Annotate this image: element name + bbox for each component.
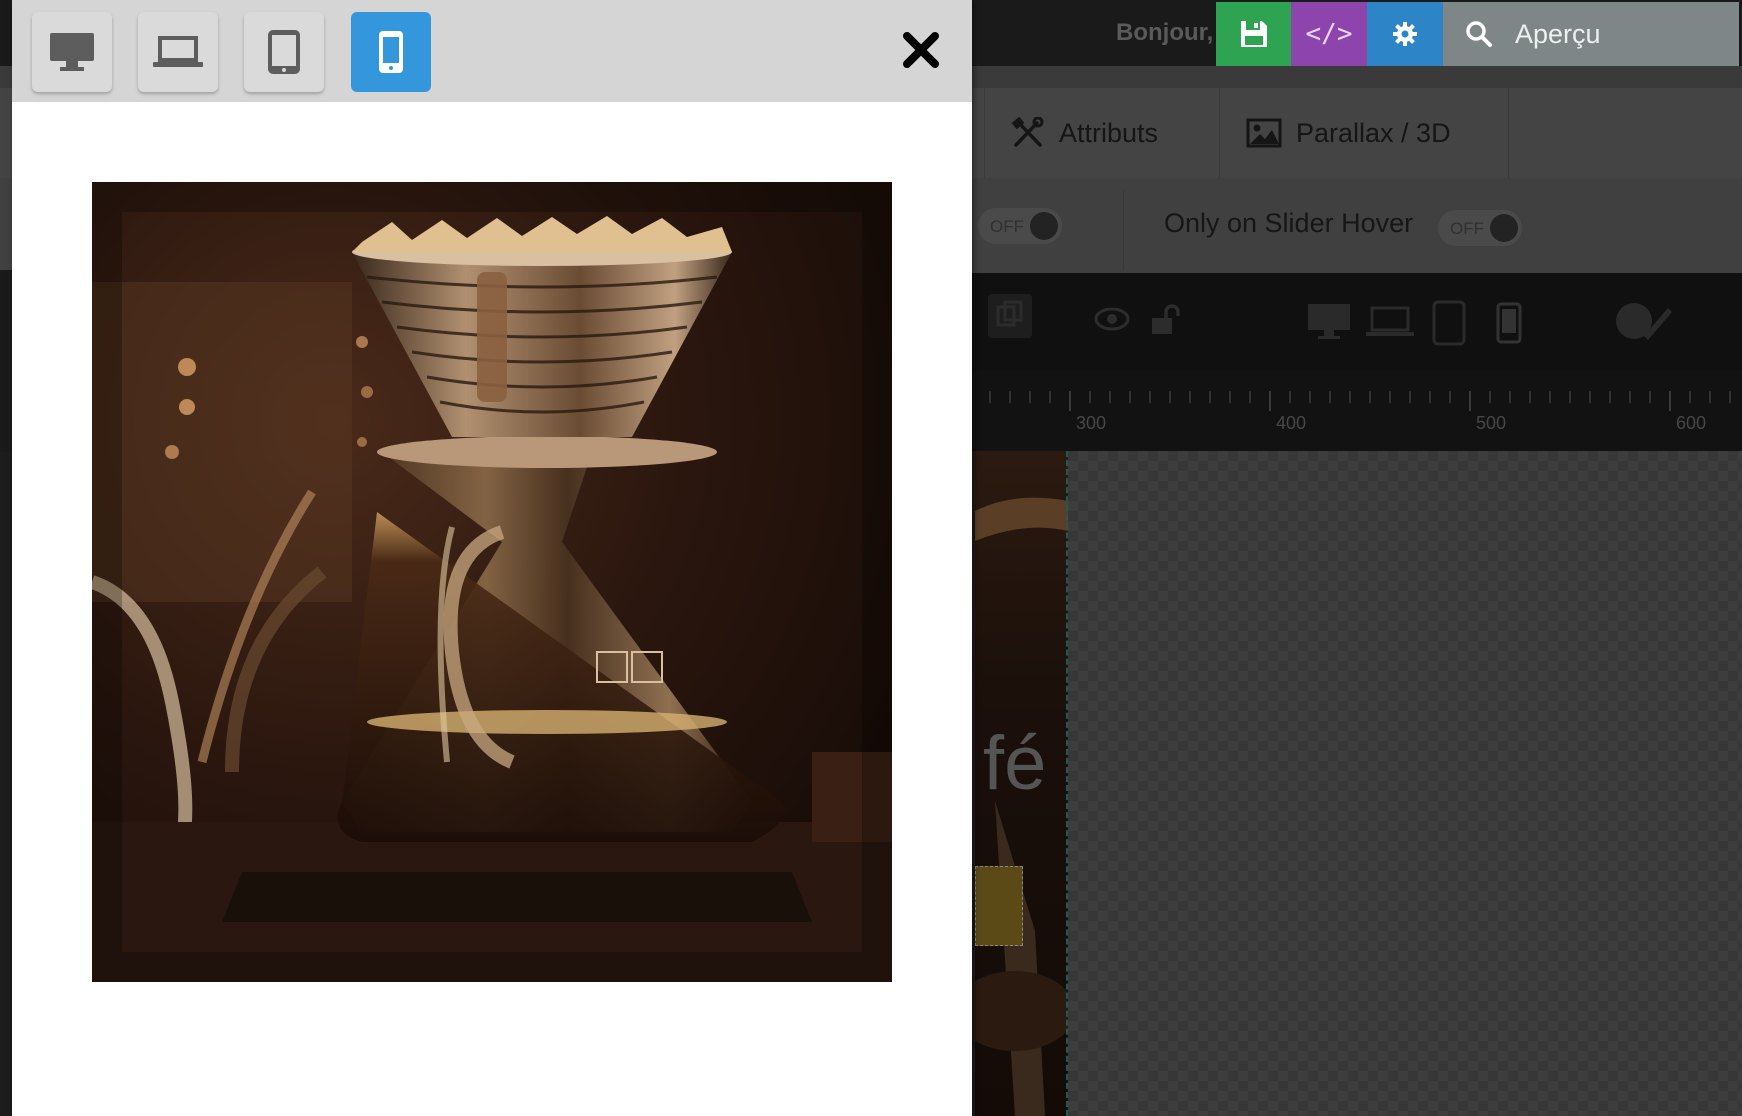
floppy-disk-icon [1240,21,1267,47]
tools-icon [1011,117,1044,147]
laptop-view-button[interactable] [138,12,218,92]
preview-button[interactable]: Aperçu [1443,2,1739,66]
tab-attributs-label: Attributs [1059,117,1159,148]
tab-parallax-label: Parallax / 3D [1296,117,1451,148]
save-button[interactable] [1216,2,1291,66]
preview-modal [12,0,972,1116]
desktop-icon [50,33,94,71]
search-icon [1466,21,1492,47]
desktop-view-button[interactable] [32,12,112,92]
mobile-visibility-icon[interactable] [1496,302,1522,344]
unlock-icon[interactable] [1150,304,1182,336]
ruler-label: 500 [1476,413,1507,433]
duplicate-icon[interactable] [988,294,1032,338]
tab-divider [1508,88,1509,178]
greeting-text: Bonjour, [1116,19,1214,46]
slide-preview-image [92,182,892,982]
code-button[interactable]: </> [1291,2,1367,66]
desktop-visibility-icon[interactable] [1306,302,1352,340]
gear-icon [1393,22,1417,46]
tab-parallax-3d[interactable]: Parallax / 3D [1219,88,1509,178]
toggle-state: OFF [1450,219,1484,238]
transparent-canvas [1068,451,1742,1116]
toggle-state: OFF [990,217,1024,236]
close-icon [903,32,939,68]
ruler-label: 300 [1076,413,1107,433]
eye-icon[interactable] [1094,306,1130,332]
tab-attributs[interactable]: Attributs [984,88,1219,178]
mobile-icon [379,31,403,73]
close-button[interactable] [895,24,947,76]
mobile-view-button[interactable] [351,12,431,92]
coffee-pour-over-photo [92,182,892,982]
toggle-switch[interactable]: OFF [978,208,1062,244]
preview-label: Aperçu [1515,18,1601,49]
settings-button[interactable] [1367,2,1443,66]
slider-hover-toggle[interactable]: OFF [1438,210,1522,246]
option-divider [1123,190,1124,270]
globe-edit-icon[interactable] [1614,300,1672,342]
slide-button-layer[interactable] [975,866,1023,946]
modal-header [12,0,972,102]
laptop-icon [153,36,203,67]
ruler-label: 400 [1276,413,1307,433]
only-on-slider-hover-label: Only on Slider Hover [1164,208,1414,238]
ruler-label: 600 [1676,413,1707,433]
image-icon [1246,118,1282,148]
toggle-knob [1490,214,1518,242]
left-edge [0,270,12,452]
toggle-knob [1030,212,1058,240]
tablet-icon [268,30,300,74]
tablet-visibility-icon[interactable] [1432,300,1466,346]
tablet-view-button[interactable] [244,12,324,92]
laptop-visibility-icon[interactable] [1366,306,1414,338]
